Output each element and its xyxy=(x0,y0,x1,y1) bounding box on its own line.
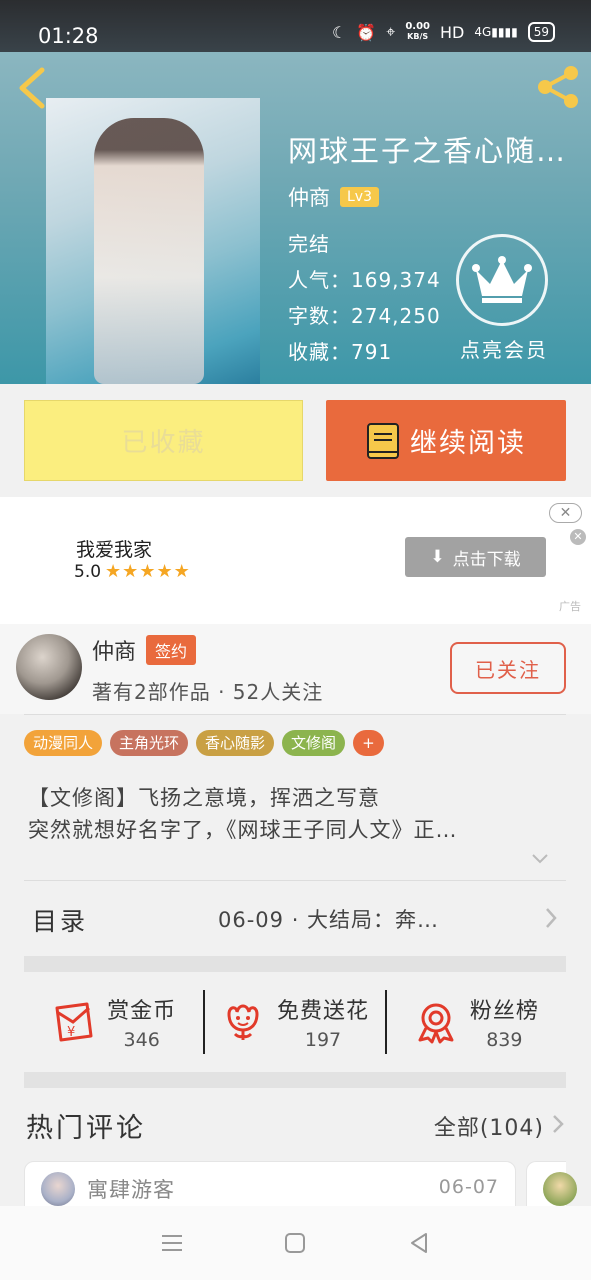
divider xyxy=(24,714,566,715)
tag-list: 动漫同人 主角光环 香心随影 文修阁 + xyxy=(24,730,384,756)
ad-download-label: 点击下载 xyxy=(452,549,521,570)
signed-badge: 签约 xyxy=(146,635,197,665)
commenter-name[interactable]: 寓肆游客 xyxy=(87,1174,175,1204)
free-flower-button[interactable]: 免费送花 197 xyxy=(203,990,384,1054)
intro-line: 突然就想好名字了，《网球王子同人文》正… xyxy=(28,818,458,842)
continue-reading-button[interactable]: 继续阅读 xyxy=(326,400,566,481)
book-intro[interactable]: 【文修阁】飞扬之意境，挥洒之写意 突然就想好名字了，《网球王子同人文》正… xyxy=(28,782,558,846)
stat-value: 197 xyxy=(304,1029,342,1051)
crown-icon xyxy=(472,256,532,303)
home-icon[interactable] xyxy=(282,1230,308,1256)
book-collections: 收藏：791 xyxy=(288,340,393,364)
all-comments-link[interactable]: 全部(104) xyxy=(434,1110,544,1142)
svg-text:¥: ¥ xyxy=(67,1025,75,1040)
alarm-icon: ⏰ xyxy=(356,22,377,42)
chevron-down-icon[interactable] xyxy=(531,852,549,866)
book-title: 网球王子之香心随… xyxy=(288,134,568,168)
ad-rating: 5.0 ★★★★★ xyxy=(74,561,191,582)
ad-source-label: 广告 xyxy=(559,600,581,613)
download-icon: ⬇ xyxy=(430,547,445,567)
ad-rating-value: 5.0 xyxy=(74,561,102,582)
system-nav-bar xyxy=(0,1206,591,1280)
comment-date: 06-07 xyxy=(438,1176,499,1198)
vip-label[interactable]: 点亮会员 xyxy=(460,334,548,363)
back-icon[interactable] xyxy=(14,66,50,110)
stat-label: 赏金币 xyxy=(107,999,177,1024)
book-status: 完结 xyxy=(288,232,330,256)
menu-icon[interactable] xyxy=(159,1230,185,1256)
book-header: 网球王子之香心随… 仲商 Lv3 完结 人气：169,374 字数：274,25… xyxy=(0,52,591,384)
hot-comments-header: 热门评论 全部(104) xyxy=(24,1100,566,1150)
signal-icon: 4G▮▮▮▮ xyxy=(474,25,518,39)
medal-icon xyxy=(418,1003,454,1044)
chevron-right-icon xyxy=(546,908,557,928)
share-icon[interactable] xyxy=(535,64,581,110)
chevron-right-icon[interactable] xyxy=(552,1114,564,1134)
book-icon xyxy=(367,422,399,459)
level-badge: Lv3 xyxy=(340,187,379,207)
back-nav-icon[interactable] xyxy=(406,1230,432,1256)
ad-dismiss-icon[interactable]: ✕ xyxy=(570,529,586,545)
reward-coins-button[interactable]: ¥ 赏金币 346 xyxy=(24,990,203,1054)
section-gap xyxy=(24,1072,566,1088)
stat-label: 粉丝榜 xyxy=(469,999,539,1024)
tag-item[interactable]: 文修阁 xyxy=(282,730,346,756)
location-icon: ⌖ xyxy=(386,22,396,41)
tag-item[interactable]: 动漫同人 xyxy=(24,730,103,756)
section-gap xyxy=(24,956,566,972)
tag-item[interactable]: 主角光环 xyxy=(110,730,189,756)
flower-icon xyxy=(227,1004,259,1040)
add-tag-button[interactable]: + xyxy=(353,730,384,756)
intro-line: 【文修阁】飞扬之意境，挥洒之写意 xyxy=(28,786,380,810)
book-author-row: 仲商 Lv3 xyxy=(288,182,379,212)
commenter-avatar[interactable] xyxy=(41,1172,75,1206)
author-avatar[interactable] xyxy=(16,634,82,700)
book-author[interactable]: 仲商 xyxy=(288,182,330,212)
commenter-avatar[interactable] xyxy=(543,1172,577,1206)
ad-close-button[interactable]: ✕ xyxy=(549,503,582,523)
action-bar: 已收藏 继续阅读 xyxy=(0,384,591,497)
catalog-row[interactable]: 目录 06-09 · 大结局：奔… xyxy=(24,882,566,956)
book-popularity: 人气：169,374 xyxy=(288,268,441,292)
stat-value: 839 xyxy=(486,1029,523,1051)
stat-value: 346 xyxy=(123,1029,160,1051)
status-icons: ☾ ⏰ ⌖ 0.00 KB/S HD 4G▮▮▮▮ 59 xyxy=(332,22,555,42)
support-stats: ¥ 赏金币 346 免费送花 197 粉丝榜 839 xyxy=(24,972,566,1072)
follow-button[interactable]: 已关注 xyxy=(450,642,566,694)
catalog-label: 目录 xyxy=(32,907,89,936)
divider xyxy=(24,880,566,881)
author-name[interactable]: 仲商 xyxy=(92,634,136,666)
fan-ranking-button[interactable]: 粉丝榜 839 xyxy=(384,990,566,1054)
ad-title: 我爱我家 xyxy=(76,539,153,561)
continue-reading-label: 继续阅读 xyxy=(410,428,526,459)
star-rating-icon: ★★★★★ xyxy=(105,561,191,582)
hd-label: HD xyxy=(440,22,465,42)
ad-banner[interactable]: 我爱我家 5.0 ★★★★★ ⬇ 点击下载 ✕ ✕ 广告 xyxy=(0,497,591,624)
author-name-row: 仲商 签约 xyxy=(92,634,197,666)
net-speed: 0.00 KB/S xyxy=(405,21,430,42)
author-subtitle: 著有2部作品 · 52人关注 xyxy=(92,680,324,704)
book-cover[interactable] xyxy=(46,98,260,384)
collected-button[interactable]: 已收藏 xyxy=(24,400,303,481)
tag-item[interactable]: 香心随影 xyxy=(196,730,275,756)
author-card[interactable]: 仲商 签约 著有2部作品 · 52人关注 已关注 xyxy=(0,624,591,714)
vip-button[interactable] xyxy=(456,234,548,326)
stat-label: 免费送花 xyxy=(276,999,369,1024)
status-time: 01:28 xyxy=(38,24,99,48)
battery-icon: 59 xyxy=(527,22,555,42)
red-envelope-icon: ¥ xyxy=(55,1002,93,1042)
ad-download-button[interactable]: ⬇ 点击下载 xyxy=(405,537,546,577)
latest-chapter: 06-09 · 大结局：奔… xyxy=(218,908,440,932)
cover-figure xyxy=(94,118,204,384)
moon-icon: ☾ xyxy=(332,22,347,42)
hot-comments-title: 热门评论 xyxy=(26,1113,146,1144)
book-word-count: 字数：274,250 xyxy=(288,304,441,328)
